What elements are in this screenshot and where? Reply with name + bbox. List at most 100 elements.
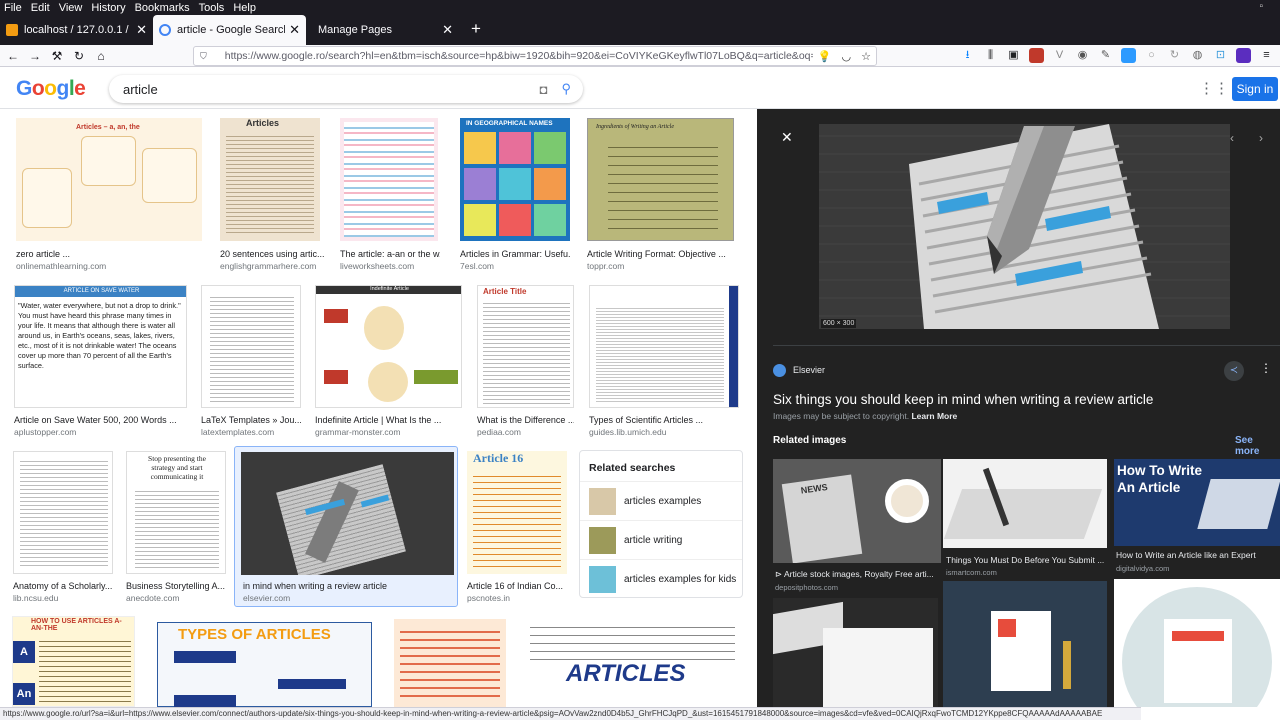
related-image[interactable] (773, 598, 938, 707)
menu-bookmarks[interactable]: Bookmarks (135, 2, 190, 14)
close-tab-icon[interactable]: ✕ (136, 22, 147, 38)
related-search-item[interactable]: articles examples (580, 481, 742, 520)
extension-mask-icon[interactable]: ◉ (1075, 48, 1090, 63)
result-caption[interactable]: What is the Difference ... (477, 415, 574, 425)
result-thumbnail[interactable] (340, 118, 438, 241)
search-input[interactable]: article (123, 82, 540, 97)
result-caption[interactable]: Types of Scientific Articles ... (589, 415, 739, 425)
next-icon[interactable]: › (1259, 131, 1263, 145)
result-card-selected[interactable]: in mind when writing a review article el… (234, 446, 458, 607)
result-caption[interactable]: Indefinite Article | What Is the ... (315, 415, 462, 425)
search-icon[interactable]: ⚲ (561, 81, 571, 97)
extension-v-icon[interactable]: V (1052, 48, 1067, 63)
result-thumbnail[interactable] (241, 452, 454, 575)
extension-red-icon[interactable] (1029, 48, 1044, 63)
result-thumbnail[interactable]: Ingredients of Writing an Article (587, 118, 734, 241)
preview-title[interactable]: Six things you should keep in mind when … (773, 392, 1153, 407)
extension-purple-icon[interactable] (1236, 48, 1251, 63)
new-tab-icon[interactable]: + (459, 15, 493, 45)
related-search-label[interactable]: articles examples for kids (624, 574, 736, 585)
menu-edit[interactable]: Edit (31, 2, 50, 14)
result-card[interactable]: Types of Scientific Articles ... guides.… (589, 285, 739, 441)
url-text[interactable]: https://www.google.ro/search?hl=en&tbm=i… (225, 50, 813, 62)
window-restore-icon[interactable]: ▫ (1259, 1, 1263, 12)
pocket-icon[interactable]: ◡ (842, 50, 852, 63)
sidebar-icon[interactable]: ▣ (1006, 48, 1021, 63)
extension-pen-icon[interactable]: ✎ (1098, 48, 1113, 63)
related-image[interactable]: How To Write An Article (1114, 459, 1280, 546)
back-icon[interactable]: ← (2, 49, 24, 63)
download-icon[interactable]: ⭳ (960, 48, 975, 63)
close-icon[interactable]: ✕ (781, 129, 793, 146)
result-card[interactable]: Article 16 Article 16 of Indian Co... ps… (467, 451, 567, 607)
result-caption[interactable]: LaTeX Templates » Jou... (201, 415, 301, 425)
related-caption[interactable]: How to Write an Article like an Expert (1116, 550, 1278, 560)
result-thumbnail[interactable] (589, 285, 739, 408)
result-card[interactable]: LaTeX Templates » Jou... latextemplates.… (201, 285, 301, 441)
extension-refresh-icon[interactable]: ↻ (1167, 48, 1182, 63)
menu-icon[interactable]: ≡ (1259, 48, 1274, 63)
see-more-link[interactable]: See more (1235, 435, 1280, 457)
result-card[interactable]: Stop presenting the strategy and start c… (126, 451, 226, 607)
menu-view[interactable]: View (59, 2, 83, 14)
result-card[interactable]: IN GEOGRAPHICAL NAMES Articles in Gramma… (460, 118, 570, 276)
result-caption[interactable]: Article Writing Format: Objective ... (587, 249, 734, 259)
result-caption[interactable]: in mind when writing a review article (243, 581, 453, 591)
share-icon[interactable]: ≺ (1224, 361, 1244, 381)
related-caption[interactable]: ⊳ Article stock images, Royalty Free art… (775, 569, 935, 580)
result-thumbnail[interactable]: Article Title (477, 285, 574, 408)
related-search-label[interactable]: articles examples (624, 496, 701, 507)
result-thumbnail[interactable]: ARTICLE ON SAVE WATER "Water, water ever… (14, 285, 187, 408)
result-card[interactable]: Anatomy of a Scholarly... lib.ncsu.edu (13, 451, 113, 607)
result-card[interactable]: The article: a-an or the w... liveworksh… (340, 118, 440, 276)
extension-circle-icon[interactable]: ○ (1144, 48, 1159, 63)
result-caption[interactable]: zero article ... (16, 249, 70, 259)
result-thumbnail[interactable]: IN GEOGRAPHICAL NAMES (460, 118, 570, 241)
close-tab-icon[interactable]: ✕ (442, 22, 453, 38)
forward-icon[interactable]: → (24, 49, 46, 63)
tab-manage-pages[interactable]: Manage Pages ✕ (306, 15, 459, 45)
google-logo[interactable]: Google (16, 77, 86, 101)
related-image[interactable]: NEWS (773, 459, 941, 563)
result-caption[interactable]: Articles in Grammar: Usefu... (460, 249, 570, 259)
result-card[interactable]: Ingredients of Writing an Article Articl… (587, 118, 734, 276)
tab-localhost[interactable]: localhost / 127.0.0.1 / lrv8_site ✕ (0, 15, 153, 45)
preview-image[interactable] (819, 124, 1230, 329)
tab-google-search[interactable]: article - Google Search ✕ (153, 15, 306, 45)
more-options-icon[interactable]: ⋮ (1260, 361, 1272, 375)
lightbulb-icon[interactable]: 💡 (818, 50, 832, 63)
related-search-label[interactable]: article writing (624, 535, 682, 546)
source-name[interactable]: Elsevier (793, 365, 825, 375)
result-caption[interactable]: Business Storytelling A... (126, 581, 226, 591)
learn-more-link[interactable]: Learn More (911, 411, 957, 421)
search-box[interactable]: article ◘ ⚲ (109, 75, 583, 103)
result-card[interactable]: Articles 20 sentences using artic... eng… (220, 118, 325, 276)
result-card[interactable]: ARTICLE ON SAVE WATER "Water, water ever… (14, 285, 187, 441)
source-link[interactable]: Elsevier (773, 359, 825, 381)
related-image[interactable] (943, 581, 1107, 707)
sign-in-button[interactable]: Sign in (1232, 77, 1278, 101)
menu-tools[interactable]: Tools (199, 2, 225, 14)
related-caption[interactable]: Things You Must Do Before You Submit ... (946, 555, 1104, 565)
result-card[interactable] (394, 619, 506, 707)
result-caption[interactable]: Article 16 of Indian Co... (467, 581, 567, 591)
shield-icon[interactable]: ⛉ (200, 51, 207, 62)
result-caption[interactable]: 20 sentences using artic... (220, 249, 330, 259)
menu-help[interactable]: Help (233, 2, 256, 14)
result-card[interactable]: ARTICLES (520, 616, 743, 707)
close-tab-icon[interactable]: ✕ (289, 22, 300, 38)
url-bar[interactable]: ⛉ https://www.google.ro/search?hl=en&tbm… (193, 46, 877, 66)
result-card[interactable]: TYPES OF ARTICLES (157, 622, 372, 707)
result-caption[interactable]: Article on Save Water 500, 200 Words ... (14, 415, 187, 425)
result-card[interactable]: Article Title What is the Difference ...… (477, 285, 574, 441)
extension-globe-icon[interactable]: ◍ (1190, 48, 1205, 63)
related-search-item[interactable]: articles examples for kids (580, 559, 742, 598)
result-thumbnail[interactable]: Stop presenting the strategy and start c… (126, 451, 226, 574)
extension-blue-icon[interactable] (1121, 48, 1136, 63)
result-card[interactable]: HOW TO USE ARTICLES A-AN-THE A An (12, 616, 135, 707)
result-thumbnail[interactable]: Articles – a, an, the (16, 118, 202, 241)
result-card[interactable]: Indefinite Article Indefinite Article | … (315, 285, 462, 441)
previous-icon[interactable]: ‹ (1230, 131, 1234, 145)
reload-icon[interactable]: ↻ (68, 49, 90, 63)
result-thumbnail[interactable] (201, 285, 301, 408)
